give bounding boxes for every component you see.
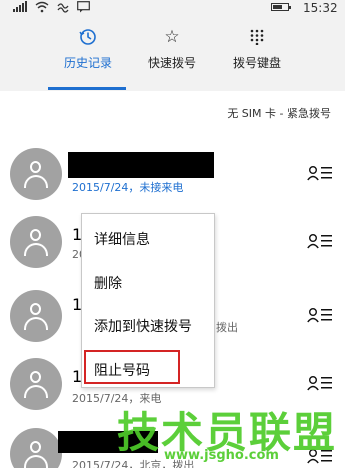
- call-detail: 2015/7/24，未接来电: [72, 181, 184, 194]
- menu-item-details[interactable]: 详细信息: [94, 229, 150, 249]
- tab-bar: 历史记录 ☆ 快速拨号 拨号键盘: [0, 16, 345, 91]
- avatar: [10, 428, 62, 468]
- call-detail: 拨出: [216, 321, 238, 334]
- avatar: [10, 290, 62, 342]
- avatar: [10, 148, 62, 200]
- signal-icon: [13, 1, 27, 16]
- contact-card-icon[interactable]: [307, 233, 333, 249]
- avatar: [10, 358, 62, 410]
- battery-icon: [271, 3, 291, 11]
- status-bar: 15:32: [0, 0, 345, 16]
- redacted-name: [68, 152, 214, 178]
- tab-keypad[interactable]: 拨号键盘: [207, 26, 307, 71]
- data-sync-icon: [57, 1, 69, 16]
- active-tab-indicator: [48, 87, 126, 90]
- status-time: 15:32: [303, 1, 338, 15]
- contact-card-icon[interactable]: [307, 307, 333, 323]
- wifi-icon: [35, 1, 49, 16]
- message-icon: [77, 1, 90, 16]
- tab-keypad-label: 拨号键盘: [232, 56, 281, 70]
- menu-item-add-speed-dial[interactable]: 添加到快速拨号: [94, 316, 192, 336]
- menu-item-delete[interactable]: 删除: [94, 273, 122, 293]
- call-log-row[interactable]: 2015/7/24，未接来电: [0, 140, 345, 204]
- contact-card-icon[interactable]: [307, 375, 333, 391]
- context-menu: 详细信息 删除 添加到快速拨号 阻止号码: [81, 213, 215, 388]
- avatar: [10, 216, 62, 268]
- keypad-icon: [207, 26, 307, 48]
- sim-status[interactable]: 无 SIM 卡 - 紧急拨号: [227, 105, 331, 121]
- contact-card-icon[interactable]: [307, 165, 333, 181]
- block-number-highlight: [84, 350, 180, 384]
- watermark-url: www.jsgho.com: [164, 448, 279, 463]
